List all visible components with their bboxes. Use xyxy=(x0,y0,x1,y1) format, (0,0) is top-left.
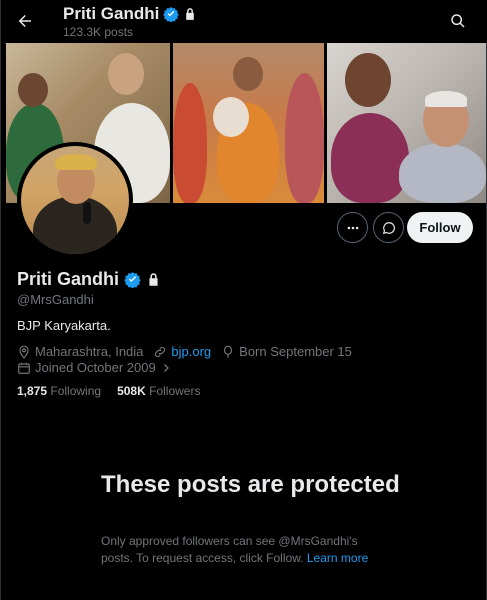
message-button[interactable] xyxy=(373,212,404,243)
lock-icon xyxy=(149,273,158,286)
profile-name: Priti Gandhi xyxy=(17,269,161,290)
following-link[interactable]: 1,875 Following xyxy=(17,384,101,398)
post-count: 123.3K posts xyxy=(63,25,134,39)
learn-more-link[interactable]: Learn more xyxy=(307,551,368,565)
calendar-icon xyxy=(18,362,30,374)
verified-badge-icon xyxy=(163,7,180,22)
back-button[interactable] xyxy=(11,7,39,35)
joined-item[interactable]: Joined October 2009 xyxy=(17,360,172,375)
more-button[interactable] xyxy=(337,212,368,243)
followers-count: 508K xyxy=(117,384,146,398)
more-dots-icon xyxy=(347,226,358,229)
arrow-left-icon xyxy=(18,15,31,27)
followers-label: Followers xyxy=(149,384,201,398)
following-label: Following xyxy=(50,384,102,398)
balloon-icon xyxy=(224,345,233,358)
header-title: Priti Gandhi xyxy=(63,4,197,24)
follow-counts: 1,875 Following 508K Followers xyxy=(17,384,200,398)
website-item[interactable]: bjp.org xyxy=(153,344,211,359)
message-icon xyxy=(382,221,395,234)
profile-bio: BJP Karyakarta. xyxy=(17,318,111,333)
birthday-text: Born September 15 xyxy=(239,344,352,359)
followers-link[interactable]: 508K Followers xyxy=(117,384,200,398)
search-button[interactable] xyxy=(444,7,472,35)
birthday-item: Born September 15 xyxy=(221,344,352,359)
profile-meta-row-1: Maharashtra, India bjp.org Born Septembe… xyxy=(17,344,362,359)
joined-text: Joined October 2009 xyxy=(35,360,156,375)
chevron-right-icon xyxy=(163,363,169,372)
profile-page: Priti Gandhi 123.3K posts Follow Priti G… xyxy=(0,0,487,600)
banner-photo-3 xyxy=(327,43,486,203)
protected-message: Only approved followers can see @MrsGand… xyxy=(101,533,386,567)
following-count: 1,875 xyxy=(17,384,48,398)
location-text: Maharashtra, India xyxy=(35,344,144,359)
website-link[interactable]: bjp.org xyxy=(171,344,211,359)
protected-title: These posts are protected xyxy=(101,471,400,498)
verified-badge-icon[interactable] xyxy=(124,271,141,288)
link-icon xyxy=(155,346,166,357)
banner-photo-2 xyxy=(173,43,324,203)
profile-handle: @MrsGandhi xyxy=(17,292,94,307)
header-name: Priti Gandhi xyxy=(63,4,160,23)
top-header: Priti Gandhi 123.3K posts xyxy=(1,0,487,43)
follow-button[interactable]: Follow xyxy=(407,212,473,243)
profile-meta-row-2[interactable]: Joined October 2009 xyxy=(17,360,182,375)
avatar[interactable] xyxy=(21,146,129,254)
location-icon xyxy=(19,345,29,359)
lock-icon xyxy=(186,8,195,20)
search-icon xyxy=(451,14,465,28)
profile-name-text: Priti Gandhi xyxy=(17,269,120,289)
location-item: Maharashtra, India xyxy=(17,344,143,359)
